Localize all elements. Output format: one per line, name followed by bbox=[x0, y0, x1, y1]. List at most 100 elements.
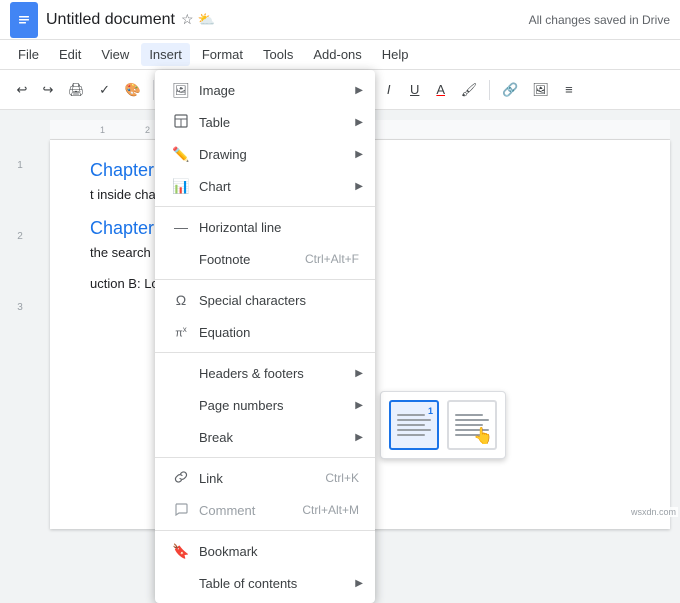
menu-item-drawing[interactable]: ✏️ Drawing bbox=[155, 138, 375, 170]
menu-item-headers-footers[interactable]: Headers & footers bbox=[155, 357, 375, 389]
italic-button[interactable]: I bbox=[377, 78, 401, 101]
page-number-tooltip: 1 👆 bbox=[380, 391, 506, 459]
comment-shortcut: Ctrl+Alt+M bbox=[302, 503, 359, 517]
spellcheck-button[interactable]: ✓ bbox=[93, 78, 117, 102]
paint-format-button[interactable]: 🎨 bbox=[119, 78, 147, 102]
image-label: Image bbox=[199, 83, 359, 98]
menu-item-page-numbers[interactable]: Page numbers bbox=[155, 389, 375, 421]
menu-item-horizontal-line[interactable]: — Horizontal line bbox=[155, 211, 375, 243]
toolbar-separator-1 bbox=[153, 80, 154, 100]
insert-image-button[interactable]: 🖼 bbox=[526, 78, 555, 102]
page-num-indicator-1: 1 bbox=[428, 406, 433, 416]
menu-item-table-of-contents[interactable]: Table of contents bbox=[155, 567, 375, 599]
menu-edit[interactable]: Edit bbox=[51, 43, 89, 66]
underline-button[interactable]: U bbox=[403, 78, 427, 101]
comment-icon bbox=[171, 502, 191, 519]
chart-label: Chart bbox=[199, 179, 359, 194]
separator-2 bbox=[155, 279, 375, 280]
page-number-option-1[interactable]: 1 bbox=[389, 400, 439, 450]
image-icon: 🖼 bbox=[171, 82, 191, 99]
menu-addons[interactable]: Add-ons bbox=[305, 43, 369, 66]
menu-item-link[interactable]: Link Ctrl+K bbox=[155, 462, 375, 494]
menu-insert[interactable]: Insert bbox=[141, 43, 190, 66]
page-num-lines-1: 1 bbox=[393, 410, 435, 440]
title-icons: ☆ ⛅ bbox=[181, 11, 215, 28]
ruler-mark-3: 3 bbox=[17, 302, 23, 313]
break-label: Break bbox=[199, 430, 359, 445]
align-button[interactable]: ≡ bbox=[557, 78, 581, 101]
table-icon bbox=[171, 114, 191, 131]
undo-button[interactable]: ↩ bbox=[10, 78, 34, 102]
equation-label: Equation bbox=[199, 325, 359, 340]
pn-line-3 bbox=[397, 424, 425, 426]
menu-help[interactable]: Help bbox=[374, 43, 417, 66]
menu-item-break[interactable]: Break bbox=[155, 421, 375, 453]
highlight-button[interactable]: 🖌 bbox=[455, 78, 484, 102]
drawing-label: Drawing bbox=[199, 147, 359, 162]
ruler-mark-2: 2 bbox=[17, 231, 23, 242]
cursor-hand-icon: 👆 bbox=[473, 426, 493, 446]
title-area: Untitled document ☆ ⛅ bbox=[46, 11, 529, 29]
menu-item-table[interactable]: Table bbox=[155, 106, 375, 138]
menu-file[interactable]: File bbox=[10, 43, 47, 66]
pn-line-7 bbox=[455, 419, 489, 421]
separator-5 bbox=[155, 530, 375, 531]
pn-line-5 bbox=[397, 434, 425, 436]
menu-view[interactable]: View bbox=[93, 43, 137, 66]
bookmark-label: Bookmark bbox=[199, 544, 359, 559]
menu-item-image[interactable]: 🖼 Image bbox=[155, 74, 375, 106]
print-button[interactable]: 🖨 bbox=[62, 78, 91, 102]
equation-icon: πx bbox=[171, 325, 191, 340]
star-icon[interactable]: ☆ bbox=[181, 11, 194, 28]
link-icon bbox=[171, 470, 191, 487]
redo-button[interactable]: ↪ bbox=[36, 78, 60, 102]
link-button[interactable]: 🔗 bbox=[496, 78, 524, 102]
ruler-label-1: 1 bbox=[100, 125, 105, 135]
footnote-shortcut: Ctrl+Alt+F bbox=[305, 252, 359, 266]
table-label: Table bbox=[199, 115, 359, 130]
separator-4 bbox=[155, 457, 375, 458]
pn-line-4 bbox=[397, 429, 431, 431]
cloud-icon[interactable]: ⛅ bbox=[198, 11, 215, 28]
menu-item-chart[interactable]: 📊 Chart bbox=[155, 170, 375, 202]
cloud-save-status: All changes saved in Drive bbox=[529, 13, 670, 27]
top-bar: Untitled document ☆ ⛅ All changes saved … bbox=[0, 0, 680, 40]
separator-3 bbox=[155, 352, 375, 353]
footnote-label: Footnote bbox=[199, 252, 285, 267]
menu-tools[interactable]: Tools bbox=[255, 43, 301, 66]
menu-item-footnote[interactable]: Footnote Ctrl+Alt+F bbox=[155, 243, 375, 275]
menu-item-special-chars[interactable]: Ω Special characters bbox=[155, 284, 375, 316]
pn-line-6 bbox=[455, 414, 483, 416]
menu-bar: File Edit View Insert Format Tools Add-o… bbox=[0, 40, 680, 70]
toolbar-separator-4 bbox=[489, 80, 490, 100]
pn-line-2 bbox=[397, 419, 431, 421]
google-docs-icon bbox=[10, 2, 38, 38]
menu-item-comment: Comment Ctrl+Alt+M bbox=[155, 494, 375, 526]
watermark: wsxdn.com bbox=[629, 507, 678, 517]
document-title-row: Untitled document ☆ ⛅ bbox=[46, 11, 529, 29]
left-ruler: 1 2 3 bbox=[0, 110, 40, 519]
menu-item-equation[interactable]: πx Equation bbox=[155, 316, 375, 348]
text-color-button[interactable]: A bbox=[429, 78, 453, 101]
insert-dropdown-menu: 🖼 Image Table ✏️ Drawing 📊 Chart — Horiz… bbox=[155, 70, 375, 603]
ruler-mark-1: 1 bbox=[17, 160, 23, 171]
separator-1 bbox=[155, 206, 375, 207]
toc-label: Table of contents bbox=[199, 576, 359, 591]
menu-item-bookmark[interactable]: 🔖 Bookmark bbox=[155, 535, 375, 567]
comment-label: Comment bbox=[199, 503, 282, 518]
bookmark-icon: 🔖 bbox=[171, 543, 191, 560]
link-label: Link bbox=[199, 471, 305, 486]
headers-footers-label: Headers & footers bbox=[199, 366, 359, 381]
ruler-label-2: 2 bbox=[145, 125, 150, 135]
page-number-option-2[interactable]: 👆 bbox=[447, 400, 497, 450]
pn-line-1 bbox=[397, 414, 425, 416]
document-title[interactable]: Untitled document bbox=[46, 11, 175, 29]
horizontal-line-icon: — bbox=[171, 219, 191, 235]
drawing-icon: ✏️ bbox=[171, 146, 191, 163]
special-chars-icon: Ω bbox=[171, 292, 191, 308]
horizontal-line-label: Horizontal line bbox=[199, 220, 359, 235]
special-chars-label: Special characters bbox=[199, 293, 359, 308]
menu-format[interactable]: Format bbox=[194, 43, 251, 66]
page-numbers-label: Page numbers bbox=[199, 398, 359, 413]
link-shortcut: Ctrl+K bbox=[325, 471, 359, 485]
